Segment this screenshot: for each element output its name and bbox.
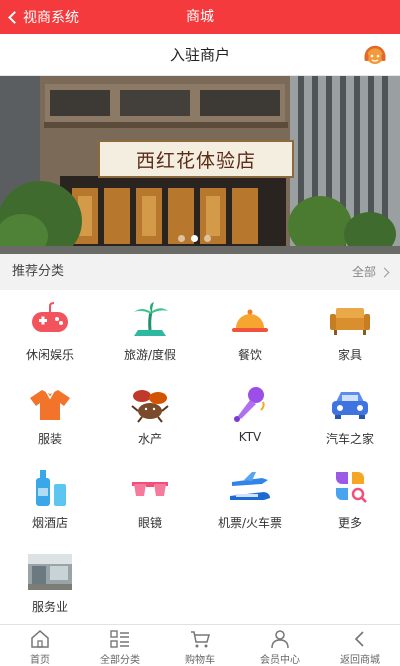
gamepad-icon xyxy=(28,300,72,340)
carousel-indicators xyxy=(178,235,211,242)
more-apps-icon xyxy=(328,468,372,508)
tab-label: 返回商城 xyxy=(340,655,380,666)
category-label: 旅游/度假 xyxy=(123,348,177,362)
recommended-categories-header: 推荐分类 全部 xyxy=(0,254,400,290)
category-item[interactable]: KTV xyxy=(200,374,300,458)
chevron-left-icon xyxy=(8,10,21,24)
category-item[interactable]: 烟酒店 xyxy=(0,458,100,542)
glasses-icon xyxy=(128,468,172,508)
category-label: KTV xyxy=(238,430,262,444)
category-label: 眼镜 xyxy=(137,516,162,530)
sub-header: 入驻商户 xyxy=(0,34,400,76)
sofa-icon xyxy=(328,300,372,340)
category-label: 烟酒店 xyxy=(31,516,68,530)
carousel-dot[interactable] xyxy=(204,235,211,242)
carousel-dot[interactable] xyxy=(178,235,185,242)
tab-all-categories[interactable]: 全部分类 xyxy=(80,625,160,666)
tab-label: 会员中心 xyxy=(260,655,300,666)
category-item[interactable]: 汽车之家 xyxy=(300,374,400,458)
category-item[interactable]: 眼镜 xyxy=(100,458,200,542)
tab-label: 首页 xyxy=(30,655,50,666)
category-label: 餐饮 xyxy=(237,348,262,362)
shop-sign-text: 西红花体验店 xyxy=(135,149,256,172)
back-label: 视商系统 xyxy=(23,10,79,26)
home-icon xyxy=(29,629,51,649)
bottle-icon xyxy=(28,468,72,508)
plane-train-icon xyxy=(228,468,272,508)
carousel-dot-active[interactable] xyxy=(191,235,198,242)
category-item[interactable]: 服装 xyxy=(0,374,100,458)
view-all-button[interactable]: 全部 xyxy=(351,254,390,290)
tab-cart[interactable]: 购物车 xyxy=(160,625,240,666)
tab-label: 全部分类 xyxy=(100,655,140,666)
cart-icon xyxy=(189,629,211,649)
category-label: 服装 xyxy=(37,432,62,446)
category-item[interactable]: 水产 xyxy=(100,374,200,458)
car-icon xyxy=(328,384,372,424)
bottom-tab-bar: 首页 全部分类 购物车 会员中心 返回商城 xyxy=(0,624,400,666)
category-label: 汽车之家 xyxy=(325,432,374,446)
tab-member-center[interactable]: 会员中心 xyxy=(240,625,320,666)
section-title: 入驻商户 xyxy=(169,46,230,64)
category-item[interactable]: 家具 xyxy=(300,290,400,374)
category-label: 休闲娱乐 xyxy=(25,348,74,362)
banner-carousel[interactable]: 西红花体验店 xyxy=(0,76,400,254)
tab-home[interactable]: 首页 xyxy=(0,625,80,666)
user-icon xyxy=(269,629,291,649)
service-photo-icon xyxy=(28,552,72,592)
category-item[interactable]: 服务业 xyxy=(0,542,100,626)
shirt-icon xyxy=(28,384,72,424)
view-all-label: 全部 xyxy=(351,265,376,279)
food-cloche-icon xyxy=(228,300,272,340)
tab-label: 购物车 xyxy=(185,655,215,666)
shop-sign: 西红花体验店 xyxy=(98,140,294,178)
category-grid-icon xyxy=(109,629,131,649)
back-arrow-icon xyxy=(349,629,371,649)
recommended-categories-title: 推荐分类 xyxy=(12,264,65,279)
category-label: 机票/火车票 xyxy=(217,516,283,530)
category-grid: 休闲娱乐 旅游/度假 餐饮 家具 服装 水产 KTV 汽车之家 烟酒店 眼镜 机… xyxy=(0,290,400,624)
category-item[interactable]: 餐饮 xyxy=(200,290,300,374)
category-item[interactable]: 旅游/度假 xyxy=(100,290,200,374)
category-item[interactable]: 机票/火车票 xyxy=(200,458,300,542)
category-label: 更多 xyxy=(337,516,362,530)
category-item[interactable]: 更多 xyxy=(300,458,400,542)
palm-tree-icon xyxy=(128,300,172,340)
category-label: 家具 xyxy=(337,348,362,362)
chevron-right-icon xyxy=(379,267,390,277)
customer-service-icon[interactable] xyxy=(362,42,388,68)
category-label: 水产 xyxy=(137,432,162,446)
top-bar: 视商系统 商城 xyxy=(0,0,400,34)
category-label: 服务业 xyxy=(31,600,68,614)
microphone-icon xyxy=(228,384,272,424)
back-button[interactable]: 视商系统 xyxy=(6,0,79,34)
category-item[interactable]: 休闲娱乐 xyxy=(0,290,100,374)
tab-back-to-mall[interactable]: 返回商城 xyxy=(320,625,400,666)
seafood-icon xyxy=(128,384,172,424)
